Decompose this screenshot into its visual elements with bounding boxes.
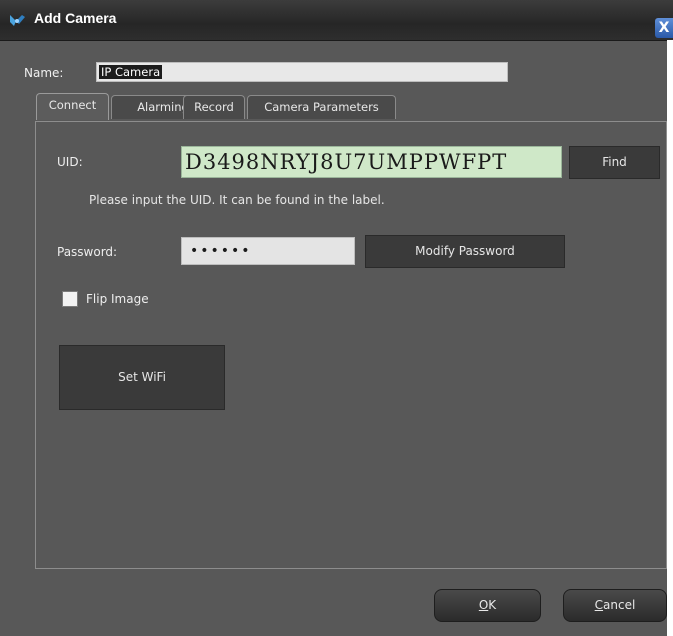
title-bar: Add Camera X — [0, 0, 673, 41]
cancel-button[interactable]: Cancel — [563, 589, 667, 622]
tab-connect[interactable]: Connect — [36, 93, 109, 120]
password-label: Password: — [57, 245, 118, 259]
find-button[interactable]: Find — [569, 146, 660, 179]
name-label: Name: — [24, 66, 64, 80]
name-value: IP Camera — [99, 65, 163, 79]
window-edge — [667, 40, 673, 636]
window-title: Add Camera — [34, 10, 117, 26]
close-icon[interactable]: X — [655, 18, 673, 38]
set-wifi-button[interactable]: Set WiFi — [59, 345, 225, 410]
ok-button[interactable]: OK — [434, 589, 541, 622]
ok-rest: K — [488, 598, 497, 612]
cancel-mnemonic: C — [594, 598, 604, 612]
uid-label: UID: — [57, 155, 83, 169]
tab-camera-parameters[interactable]: Camera Parameters — [247, 95, 396, 119]
tab-record[interactable]: Record — [183, 95, 245, 119]
uid-input[interactable]: D3498NRYJ8U7UMPPWFPT — [181, 146, 562, 178]
cancel-rest: ancel — [603, 598, 636, 612]
flip-image-label: Flip Image — [86, 292, 149, 306]
add-camera-dialog: Add Camera X Name: IP Camera Connect Ala… — [0, 0, 673, 636]
flip-image-checkbox[interactable] — [62, 291, 78, 307]
name-field[interactable]: IP Camera — [96, 62, 508, 82]
camera-icon — [8, 12, 26, 28]
ok-mnemonic: O — [478, 598, 489, 612]
uid-hint: Please input the UID. It can be found in… — [89, 193, 385, 207]
modify-password-button[interactable]: Modify Password — [365, 235, 565, 268]
password-input[interactable]: •••••• — [181, 237, 355, 265]
